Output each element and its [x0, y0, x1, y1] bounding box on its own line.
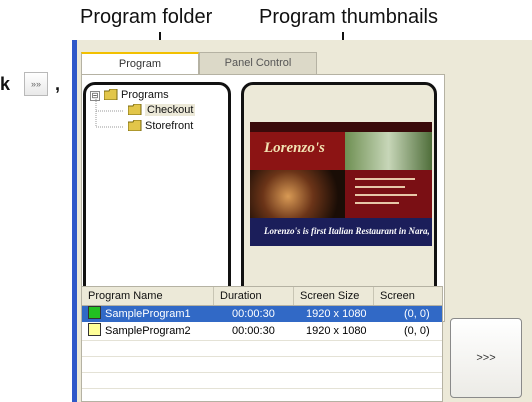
fragment-letter: k: [0, 74, 11, 94]
screen-position-cell: (0, 0): [404, 308, 430, 320]
thumb-street-photo: [345, 132, 432, 170]
menu-line: [355, 194, 417, 196]
column-header-screen-position[interactable]: Screen Pos...: [374, 287, 442, 320]
table-row[interactable]: SampleProgram2 00:00:30 1920 x 1080 (0, …: [82, 323, 442, 339]
screen-size-cell: 1920 x 1080: [306, 325, 367, 337]
tree-lines: [95, 99, 124, 128]
grid-line: [82, 372, 442, 373]
program-name: SampleProgram2: [105, 325, 191, 337]
column-header-screen-size[interactable]: Screen Size: [294, 287, 374, 305]
tab-panel-control[interactable]: Panel Control: [199, 52, 317, 74]
thumb-caption: Lorenzo's is first Italian Restaurant in…: [264, 226, 432, 236]
column-header-duration[interactable]: Duration: [214, 287, 294, 305]
thumb-brand: Lorenzo's: [250, 132, 345, 170]
program-name: SampleProgram1: [105, 308, 191, 320]
screen-size-cell: 1920 x 1080: [306, 308, 367, 320]
next-button[interactable]: >>>: [450, 318, 522, 398]
program-list: Program Name Duration Screen Size Screen…: [81, 286, 443, 402]
program-color-swatch: [88, 323, 101, 336]
table-row[interactable]: SampleProgram1 00:00:30 1920 x 1080 (0, …: [82, 306, 442, 322]
grid-line: [82, 340, 442, 341]
column-header-program-name[interactable]: Program Name: [82, 287, 214, 305]
program-color-swatch: [88, 306, 101, 319]
program-name-cell: SampleProgram2: [82, 323, 214, 339]
menu-line: [355, 178, 415, 180]
thumb-menu-panel: [345, 170, 432, 218]
menu-line: [355, 186, 405, 188]
grid-line: [82, 356, 442, 357]
screen-position-cell: (0, 0): [404, 325, 430, 337]
thumb-dining-photo: [250, 170, 345, 218]
thumb-top-band: [250, 122, 432, 132]
fragment-next-button[interactable]: »»: [24, 72, 48, 96]
program-list-header: Program Name Duration Screen Size Screen…: [82, 287, 442, 320]
program-window: Program Panel Control ⊟ Programs Checkout…: [77, 40, 532, 402]
menu-line: [355, 202, 399, 204]
tab-program[interactable]: Program: [81, 52, 199, 74]
program-thumbnails: Lorenzo's Lorenzo's is first Italian Res…: [241, 82, 437, 312]
program-thumbnail[interactable]: Lorenzo's Lorenzo's is first Italian Res…: [250, 122, 432, 246]
grid-line: [82, 388, 442, 389]
duration-cell: 00:00:30: [232, 325, 275, 337]
program-folder-tree: ⊟ Programs Checkout Storefront: [83, 82, 231, 312]
program-name-cell: SampleProgram1: [82, 306, 214, 322]
duration-cell: 00:00:30: [232, 308, 275, 320]
fragment-comma: ,: [55, 74, 61, 94]
